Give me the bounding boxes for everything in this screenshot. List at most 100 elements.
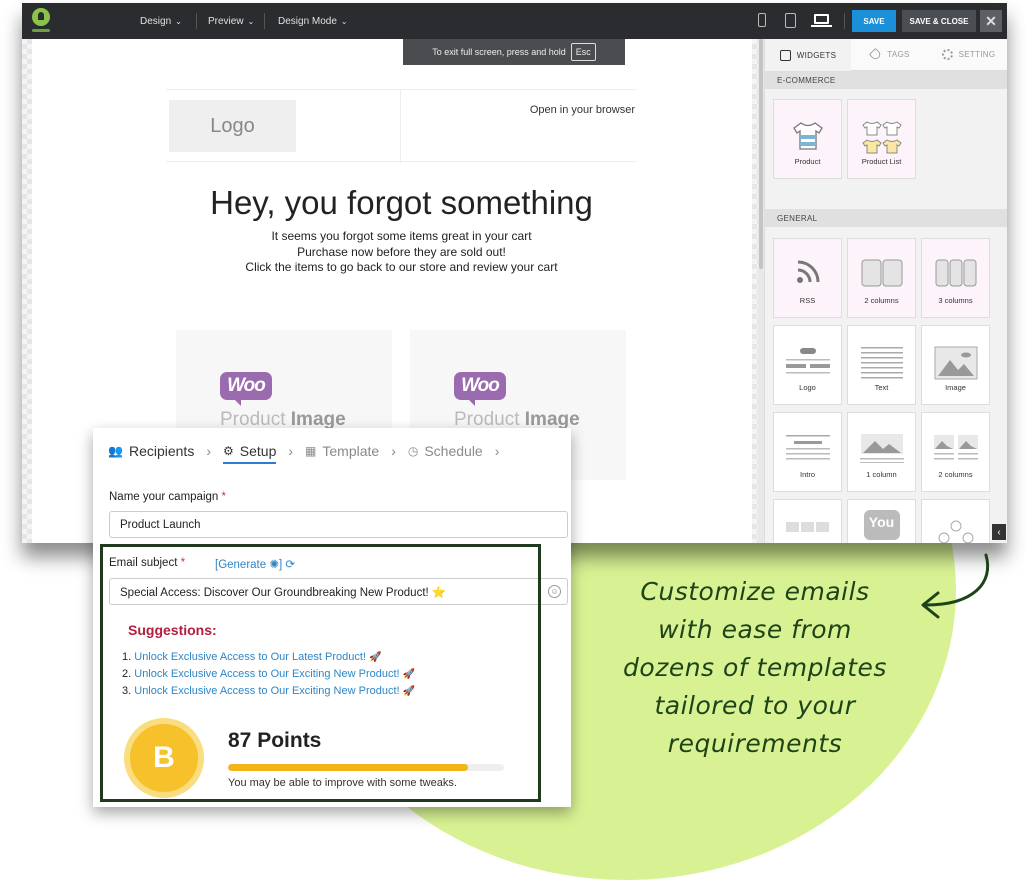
logo-placeholder[interactable]: Logo	[169, 100, 296, 152]
rocket-icon: 🚀	[402, 686, 416, 697]
editor-toolbar: Design ⌄ Preview ⌄ Design Mode ⌄ SAVE SAVE …	[22, 3, 1007, 39]
tab-widgets[interactable]: WIDGETS	[765, 39, 851, 71]
youtube-icon: You	[863, 510, 900, 540]
tablet-view-icon[interactable]	[785, 13, 796, 28]
one-column-icon	[859, 434, 904, 463]
column-divider	[400, 90, 401, 163]
section-header-general: GENERAL	[765, 209, 1007, 227]
step-label: Schedule	[424, 443, 483, 459]
body-line: Purchase now before they are sold out!	[297, 244, 506, 259]
email-headline[interactable]: Hey, you forgot something	[166, 184, 637, 222]
widget-2-columns[interactable]: 2 columns	[847, 238, 916, 318]
step-recipients[interactable]: 👥 Recipients	[108, 443, 194, 459]
two-columns-image-icon	[933, 435, 978, 460]
generate-subject-button[interactable]: [Generate ✺] ⟳	[215, 557, 295, 571]
mobile-view-icon[interactable]	[758, 13, 766, 27]
preview-menu[interactable]: Preview ⌄	[208, 3, 254, 39]
widget-label: Product	[794, 157, 821, 166]
rocket-icon: 🚀	[402, 669, 416, 680]
design-mode-menu[interactable]: Design Mode ⌄	[278, 3, 348, 39]
collapse-panel-chevron-icon[interactable]: ‹	[992, 524, 1006, 540]
step-setup[interactable]: ⚙ Setup	[223, 443, 277, 464]
widget-social[interactable]	[921, 499, 990, 543]
widget-label: Text	[874, 383, 889, 392]
emoji-picker-icon[interactable]: ☺	[548, 585, 561, 598]
save-and-close-button[interactable]: SAVE & CLOSE	[902, 10, 976, 32]
widget-text[interactable]: Text	[847, 325, 916, 405]
widgets-icon	[779, 49, 791, 61]
widget-rss[interactable]: RSS	[773, 238, 842, 318]
tab-tags[interactable]: TAGS	[851, 39, 929, 71]
email-subject-label: Email subject *	[109, 557, 186, 569]
campaign-name-input[interactable]: Product Launch	[109, 511, 568, 538]
score-progress-bar	[228, 764, 504, 771]
step-template[interactable]: ▦ Template	[305, 443, 379, 459]
widget-3-columns-image[interactable]	[773, 499, 842, 543]
email-body-text[interactable]: It seems you forgot some items great in …	[166, 229, 637, 276]
curved-arrow-icon	[921, 553, 990, 619]
rss-icon	[796, 260, 819, 283]
save-button[interactable]: SAVE	[852, 10, 896, 32]
widget-label: Image	[945, 383, 966, 392]
step-schedule[interactable]: ◷ Schedule	[408, 443, 483, 459]
logo-layout-icon	[785, 348, 830, 374]
chevron-right-icon: ›	[206, 443, 211, 459]
callout-line: requirements	[667, 729, 843, 758]
step-label: Recipients	[128, 443, 195, 459]
widget-video[interactable]: You	[847, 499, 916, 543]
widget-3-columns[interactable]: 3 columns	[921, 238, 990, 318]
widget-label: Product List	[861, 157, 902, 166]
widget-product-list[interactable]: Product List	[847, 99, 916, 179]
tag-icon	[869, 47, 883, 62]
product-list-icon	[861, 121, 902, 154]
body-line: It seems you forgot some items great in …	[271, 229, 532, 243]
campaign-steps-nav: 👥 Recipients › ⚙ Setup › ▦ Template › ◷ …	[108, 443, 511, 464]
widget-label: 1 column	[866, 470, 897, 479]
callout-line: Customize emails	[640, 577, 870, 606]
marketing-callout: Customize emails with ease from dozens o…	[590, 573, 920, 763]
design-menu[interactable]: Design ⌄	[140, 3, 182, 39]
callout-line: dozens of templates	[623, 653, 887, 682]
social-icons-icon	[938, 520, 973, 543]
widget-product[interactable]: Product	[773, 99, 842, 179]
suggestions-title: Suggestions:	[128, 622, 217, 638]
chevron-right-icon: ›	[494, 443, 500, 459]
email-header-row[interactable]: Logo Open in your browser	[166, 89, 637, 163]
callout-line: tailored to your	[654, 691, 856, 720]
tab-setting[interactable]: SETTING	[929, 39, 1007, 71]
close-icon[interactable]: ✕	[980, 10, 1002, 32]
body-line: Click the items to go back to our store …	[245, 260, 558, 274]
widget-image[interactable]: Image	[921, 325, 990, 405]
email-subject-input[interactable]: Special Access: Discover Our Groundbreak…	[109, 578, 568, 605]
score-hint-text: You may be able to improve with some twe…	[228, 777, 457, 789]
suggestion-item[interactable]: 2. Unlock Exclusive Access to Our Exciti…	[122, 666, 415, 683]
clock-icon: ◷	[407, 444, 419, 458]
section-header-ecommerce: E-COMMERCE	[765, 71, 1007, 89]
gear-icon	[941, 49, 953, 60]
suggestion-item[interactable]: 1. Unlock Exclusive Access to Our Latest…	[122, 649, 415, 666]
callout-line: with ease from	[658, 615, 852, 644]
chevron-down-icon: ⌄	[247, 16, 255, 26]
design-menu-label: Design	[140, 15, 172, 27]
users-icon: 👥	[108, 444, 123, 458]
widget-logo[interactable]: Logo	[773, 325, 842, 405]
widget-2-columns-image[interactable]: 2 columns	[921, 412, 990, 492]
chevron-right-icon: ›	[288, 443, 294, 459]
preview-menu-label: Preview	[208, 15, 244, 27]
chevron-right-icon: ›	[391, 443, 396, 459]
open-in-browser-link[interactable]: Open in your browser	[530, 104, 635, 116]
menu-divider	[264, 13, 265, 29]
text-lines-icon	[860, 347, 903, 379]
widget-1-column[interactable]: 1 column	[847, 412, 916, 492]
grade-badge: B	[124, 718, 204, 798]
tshirt-icon	[792, 122, 823, 150]
widget-intro[interactable]: Intro	[773, 412, 842, 492]
suggestions-list: 1. Unlock Exclusive Access to Our Latest…	[122, 649, 415, 700]
woocommerce-logo: Woo	[220, 372, 272, 406]
three-columns-image-icon	[785, 522, 829, 532]
suggestion-item[interactable]: 3. Unlock Exclusive Access to Our Exciti…	[122, 683, 415, 700]
score-points: 87 Points	[228, 729, 322, 752]
refresh-icon: ⟳	[285, 559, 296, 571]
app-logo[interactable]	[32, 8, 52, 34]
desktop-view-icon[interactable]	[811, 14, 832, 27]
